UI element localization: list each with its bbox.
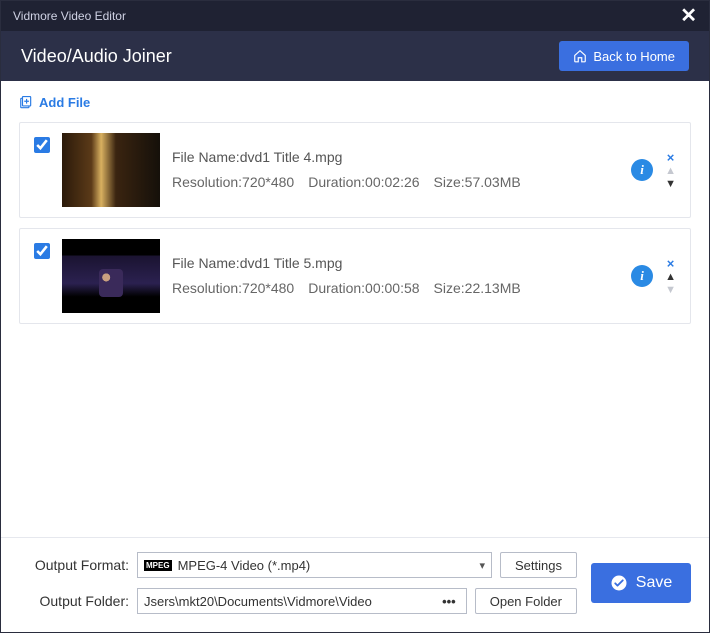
output-format-select[interactable]: MPEG MPEG-4 Video (*.mp4) ▾ — [137, 552, 492, 578]
resolution-value: 720*480 — [242, 174, 294, 190]
file-row: File Name:dvd1 Title 4.mpg Resolution:72… — [19, 122, 691, 218]
title-bar: Vidmore Video Editor ✕ — [1, 1, 709, 31]
remove-icon[interactable]: × — [667, 257, 675, 270]
output-format-label: Output Format: — [19, 557, 129, 573]
output-folder-label: Output Folder: — [19, 593, 129, 609]
resolution-value: 720*480 — [242, 280, 294, 296]
duration-value: 00:02:26 — [365, 174, 420, 190]
add-file-label: Add File — [39, 95, 90, 110]
file-row: File Name:dvd1 Title 5.mpg Resolution:72… — [19, 228, 691, 324]
back-home-label: Back to Home — [593, 49, 675, 64]
move-up-icon[interactable]: ▲ — [665, 272, 676, 283]
settings-button[interactable]: Settings — [500, 552, 577, 578]
home-icon — [573, 49, 587, 63]
browse-icon[interactable]: ••• — [438, 594, 460, 609]
resolution-label: Resolution: — [172, 174, 242, 190]
remove-icon[interactable]: × — [667, 151, 675, 164]
move-down-icon[interactable]: ▼ — [665, 179, 676, 190]
file-thumbnail[interactable] — [62, 133, 160, 207]
duration-label: Duration: — [308, 174, 365, 190]
add-file-icon — [19, 96, 33, 110]
size-label: Size: — [434, 280, 465, 296]
sub-header: Video/Audio Joiner Back to Home — [1, 31, 709, 81]
footer: Output Format: MPEG MPEG-4 Video (*.mp4)… — [1, 537, 709, 632]
open-folder-button[interactable]: Open Folder — [475, 588, 577, 614]
mpeg-icon: MPEG — [144, 560, 172, 571]
move-down-icon: ▼ — [665, 285, 676, 296]
add-file-button[interactable]: Add File — [19, 95, 90, 110]
size-label: Size: — [434, 174, 465, 190]
app-window: Vidmore Video Editor ✕ Video/Audio Joine… — [0, 0, 710, 633]
save-label: Save — [636, 574, 672, 592]
filename-value: dvd1 Title 5.mpg — [240, 255, 343, 271]
check-circle-icon — [610, 574, 628, 592]
filename-label: File Name: — [172, 149, 240, 165]
file-list-area: Add File File Name:dvd1 Title 4.mpg Reso… — [1, 81, 709, 537]
filename-value: dvd1 Title 4.mpg — [240, 149, 343, 165]
duration-label: Duration: — [308, 280, 365, 296]
row-controls: × ▲ ▼ — [665, 151, 676, 190]
app-title: Vidmore Video Editor — [13, 9, 126, 23]
file-thumbnail[interactable] — [62, 239, 160, 313]
duration-value: 00:00:58 — [365, 280, 420, 296]
row-controls: × ▲ ▼ — [665, 257, 676, 296]
save-button[interactable]: Save — [591, 563, 691, 603]
output-format-value: MPEG-4 Video (*.mp4) — [178, 558, 311, 573]
resolution-label: Resolution: — [172, 280, 242, 296]
file-checkbox[interactable] — [34, 243, 50, 259]
close-icon[interactable]: ✕ — [680, 6, 697, 26]
page-title: Video/Audio Joiner — [21, 46, 172, 67]
size-value: 22.13MB — [465, 280, 521, 296]
file-info: File Name:dvd1 Title 5.mpg Resolution:72… — [172, 251, 619, 301]
filename-label: File Name: — [172, 255, 240, 271]
info-icon[interactable]: i — [631, 159, 653, 181]
back-home-button[interactable]: Back to Home — [559, 41, 689, 71]
size-value: 57.03MB — [465, 174, 521, 190]
output-folder-value: Jsers\mkt20\Documents\Vidmore\Video — [144, 594, 438, 609]
info-icon[interactable]: i — [631, 265, 653, 287]
file-checkbox[interactable] — [34, 137, 50, 153]
chevron-down-icon: ▾ — [479, 559, 485, 572]
output-folder-field[interactable]: Jsers\mkt20\Documents\Vidmore\Video ••• — [137, 588, 467, 614]
move-up-icon: ▲ — [665, 166, 676, 177]
file-info: File Name:dvd1 Title 4.mpg Resolution:72… — [172, 145, 619, 195]
